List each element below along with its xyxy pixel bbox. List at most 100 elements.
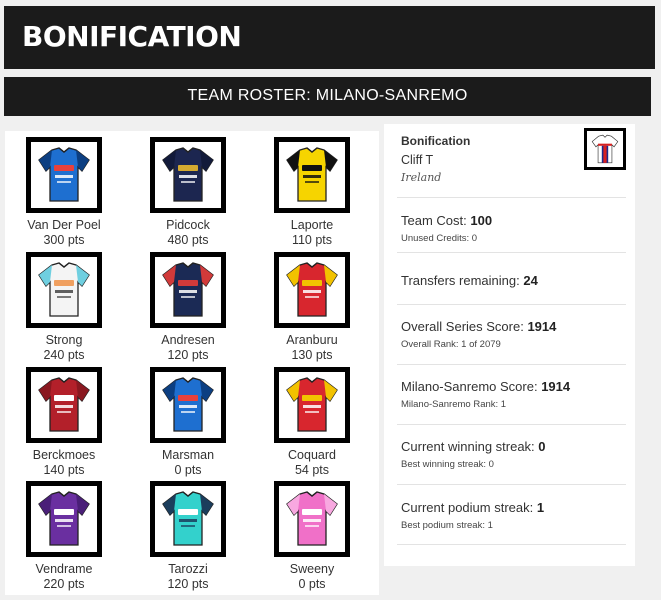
race-score-value: 1914: [541, 379, 571, 394]
rider-points: 0 pts: [174, 463, 202, 477]
rider-card[interactable]: Aranburu 130 pts: [253, 252, 371, 363]
winning-streak-stat: Current winning streak: 0: [401, 439, 546, 454]
rider-card[interactable]: Pidcock 480 pts: [129, 137, 247, 248]
team-jersey: [584, 128, 626, 170]
rider-jersey[interactable]: [150, 481, 226, 557]
rider-jersey[interactable]: [274, 252, 350, 328]
rider-points: 0 pts: [298, 577, 326, 591]
rider-name[interactable]: Berckmoes: [5, 448, 123, 463]
rider-name[interactable]: Tarozzi: [129, 562, 247, 577]
rider-jersey[interactable]: [150, 367, 226, 443]
rider-card[interactable]: Marsman 0 pts: [129, 367, 247, 478]
jersey-icon: [38, 147, 90, 202]
rider-name[interactable]: Laporte: [253, 218, 371, 233]
rider-points: 140 pts: [43, 463, 85, 477]
rider-points: 130 pts: [291, 348, 333, 362]
rider-points: 240 pts: [43, 348, 85, 362]
roster-panel: Van Der Poel 300 pts Pidcock 480 pts Laporte…: [5, 131, 379, 595]
rider-jersey[interactable]: [274, 481, 350, 557]
best-winning-streak: Best winning streak: 0: [401, 459, 494, 470]
site-header: BONIFICATION: [4, 6, 655, 69]
series-score-label: Overall Series Score:: [401, 319, 524, 334]
rider-points: 110 pts: [291, 233, 333, 247]
rider-jersey[interactable]: [26, 252, 102, 328]
jersey-icon: [286, 377, 338, 432]
rider-card[interactable]: Coquard 54 pts: [253, 367, 371, 478]
rider-name[interactable]: Andresen: [129, 333, 247, 348]
team-cost-stat: Team Cost: 100: [401, 213, 492, 228]
race-rank: Milano-Sanremo Rank: 1: [401, 399, 507, 410]
series-score-value: 1914: [527, 319, 557, 334]
rider-jersey[interactable]: [26, 367, 102, 443]
jersey-icon: [162, 377, 214, 432]
jersey-icon: [286, 262, 338, 317]
team-cost-value: 100: [470, 213, 493, 228]
rider-card[interactable]: Vendrame 220 pts: [5, 481, 123, 592]
divider: [397, 304, 626, 305]
podium-streak-value: 1: [536, 500, 545, 515]
divider: [397, 544, 626, 545]
site-logo-title[interactable]: BONIFICATION: [22, 20, 242, 53]
team-identity: Bonification Cliff T Ireland: [384, 124, 635, 197]
divider: [397, 197, 626, 198]
rider-name[interactable]: Marsman: [129, 448, 247, 463]
rider-jersey[interactable]: [150, 252, 226, 328]
rider-name[interactable]: Aranburu: [253, 333, 371, 348]
rider-jersey[interactable]: [150, 137, 226, 213]
best-podium-streak: Best podium streak: 1: [401, 520, 493, 531]
overall-rank: Overall Rank: 1 of 2079: [401, 339, 501, 350]
podium-streak-label: Current podium streak:: [401, 500, 534, 515]
jersey-icon: [286, 147, 338, 202]
rider-jersey[interactable]: [274, 137, 350, 213]
team-jersey-icon: [591, 134, 619, 164]
team-cost-label: Team Cost:: [401, 213, 467, 228]
rider-name[interactable]: Vendrame: [5, 562, 123, 577]
rider-card[interactable]: Sweeny 0 pts: [253, 481, 371, 592]
manager-country: Ireland: [401, 171, 442, 184]
rider-name[interactable]: Strong: [5, 333, 123, 348]
unused-credits: Unused Credits: 0: [401, 233, 478, 244]
jersey-icon: [162, 491, 214, 546]
jersey-icon: [162, 147, 214, 202]
divider: [397, 484, 626, 485]
rider-jersey[interactable]: [26, 481, 102, 557]
divider: [397, 364, 626, 365]
rider-card[interactable]: Andresen 120 pts: [129, 252, 247, 363]
rider-card[interactable]: Laporte 110 pts: [253, 137, 371, 248]
race-score-label: Milano-Sanremo Score:: [401, 379, 538, 394]
rider-points: 480 pts: [167, 233, 209, 247]
rider-points: 54 pts: [294, 463, 330, 477]
jersey-icon: [162, 262, 214, 317]
rider-name[interactable]: Van Der Poel: [5, 218, 123, 233]
rider-points: 120 pts: [167, 348, 209, 362]
rider-points: 220 pts: [43, 577, 85, 591]
transfers-stat: Transfers remaining: 24: [401, 273, 538, 288]
series-score-stat: Overall Series Score: 1914: [401, 319, 556, 334]
transfers-value: 24: [523, 273, 538, 288]
transfers-label: Transfers remaining:: [401, 273, 520, 288]
winning-streak-label: Current winning streak:: [401, 439, 535, 454]
jersey-icon: [286, 491, 338, 546]
rider-name[interactable]: Sweeny: [253, 562, 371, 577]
rider-jersey[interactable]: [26, 137, 102, 213]
rider-card[interactable]: Van Der Poel 300 pts: [5, 137, 123, 248]
winning-streak-value: 0: [538, 439, 546, 454]
podium-streak-stat: Current podium streak: 1: [401, 500, 544, 515]
rider-name[interactable]: Pidcock: [129, 218, 247, 233]
roster-title: TEAM ROSTER: MILANO-SANREMO: [187, 87, 468, 104]
rider-name[interactable]: Coquard: [253, 448, 371, 463]
rider-card[interactable]: Berckmoes 140 pts: [5, 367, 123, 478]
manager-name: Cliff T: [401, 153, 434, 167]
jersey-icon: [38, 262, 90, 317]
rider-points: 300 pts: [43, 233, 85, 247]
roster-header: TEAM ROSTER: MILANO-SANREMO: [4, 77, 651, 116]
rider-jersey[interactable]: [274, 367, 350, 443]
team-info-panel: Bonification Cliff T Ireland Team Cost: …: [384, 124, 635, 566]
divider: [397, 424, 626, 425]
jersey-icon: [38, 491, 90, 546]
race-score-stat: Milano-Sanremo Score: 1914: [401, 379, 570, 394]
rider-card[interactable]: Tarozzi 120 pts: [129, 481, 247, 592]
divider: [397, 252, 626, 253]
rider-card[interactable]: Strong 240 pts: [5, 252, 123, 363]
rider-points: 120 pts: [167, 577, 209, 591]
